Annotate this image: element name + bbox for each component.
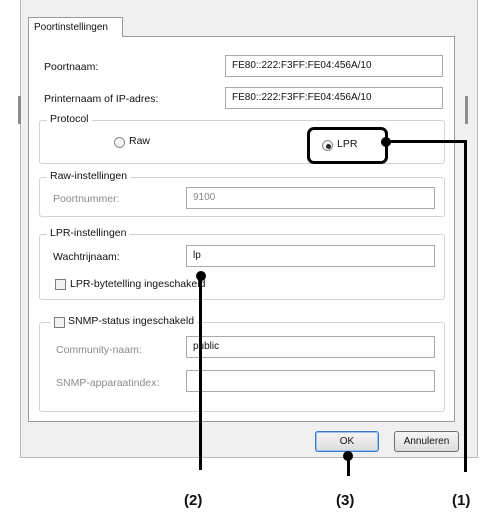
ok-button[interactable]: OK [315,431,379,452]
lpr-settings-group [39,234,445,300]
queue-name-label: Wachtrijnaam: [53,251,120,263]
port-name-label: Poortnaam: [44,61,99,73]
printer-address-input[interactable]: FE80::222:F3FF:FE04:456A/10 [225,87,443,109]
lpr-byte-counting-checkbox[interactable] [55,279,66,290]
lpr-byte-counting-label[interactable]: LPR-bytetelling ingeschakeld [70,278,205,290]
callout-1-leader-vertical [464,140,467,472]
callout-2-label: (2) [184,492,203,509]
callout-3-label: (3) [336,492,355,509]
raw-radio[interactable] [114,137,125,148]
raw-port-number-label: Poortnummer: [53,193,120,205]
snmp-device-index-input[interactable] [186,370,435,392]
printer-address-label: Printernaam of IP-adres: [44,93,159,105]
snmp-legend[interactable]: SNMP-status ingeschakeld [50,315,198,327]
window-edge-marker [465,96,468,124]
callout-2-leader [199,276,202,470]
port-name-input[interactable]: FE80::222:F3FF:FE04:456A/10 [225,55,443,77]
raw-radio-label[interactable]: Raw [129,135,150,147]
cancel-button[interactable]: Annuleren [394,431,459,452]
snmp-device-index-label: SNMP-apparaatindex: [56,377,160,389]
callout-1-leader-horizontal [388,140,467,143]
callout-1-label: (1) [452,492,471,509]
callout-1-dot [381,137,391,147]
raw-port-number-input[interactable]: 9100 [186,187,435,209]
community-name-input[interactable]: public [186,336,435,358]
community-name-label: Community-naam: [56,344,142,356]
tab-port-settings[interactable]: Poortinstellingen [28,17,123,37]
callout-3-leader [347,456,350,476]
queue-name-input[interactable]: lp [186,245,435,267]
protocol-legend: Protocol [47,113,92,125]
snmp-status-checkbox[interactable] [54,317,65,328]
lpr-highlight-box [307,127,388,164]
raw-settings-legend: Raw-instellingen [47,170,131,182]
lpr-settings-legend: LPR-instellingen [47,227,130,239]
window-edge-marker [18,96,21,124]
